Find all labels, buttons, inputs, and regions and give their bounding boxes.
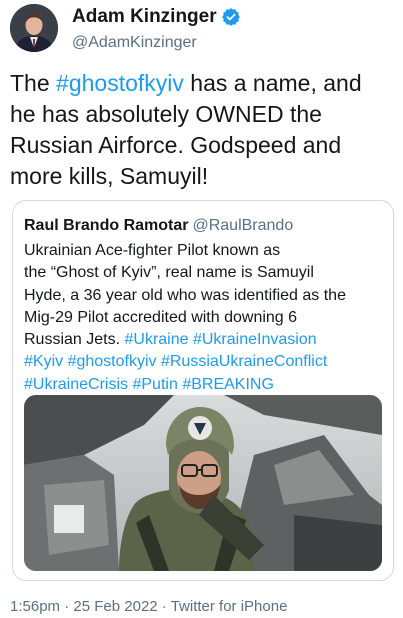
text-segment: he has absolutely OWNED the	[10, 101, 322, 127]
verified-badge-icon	[221, 8, 240, 26]
text-segment: Mig-29 Pilot accredited with downing 6	[24, 308, 298, 326]
hashtag-link[interactable]: #ghostofkyiv	[56, 70, 184, 96]
text-line: Russian Airforce. Godspeed and	[10, 130, 395, 161]
author-display-name[interactable]: Adam Kinzinger	[72, 6, 217, 28]
quoted-tweet-photo[interactable]	[24, 395, 382, 571]
display-name-row: Adam Kinzinger	[72, 6, 240, 28]
tweet-date[interactable]: 25 Feb 2022	[73, 598, 157, 615]
hashtag-link[interactable]: #RussiaUkraineConflict	[161, 353, 327, 370]
text-segment: Russian Airforce. Godspeed and	[10, 132, 342, 158]
meta-separator: ·	[157, 598, 171, 615]
text-line: Ukrainian Ace-fighter Pilot known as	[24, 240, 389, 262]
hashtag-link[interactable]: #Kyiv	[24, 353, 63, 370]
quoted-tweet[interactable]: Raul Brando Ramotar @RaulBrando Ukrainian…	[12, 200, 394, 581]
text-line: more kills, Samuyil!	[10, 161, 395, 192]
tweet-header: Adam Kinzinger @AdamKinzinger	[10, 4, 393, 54]
hashtag-link[interactable]: #UkraineCrisis	[24, 376, 128, 393]
hashtag-link[interactable]: #BREAKING	[182, 376, 274, 393]
text-line: #Kyiv #ghostofkyiv #RussiaUkraineConflic…	[24, 351, 389, 373]
tweet-text: The #ghostofkyiv has a name, and he has a…	[10, 68, 395, 192]
tweet-source[interactable]: Twitter for iPhone	[171, 598, 288, 615]
tweet-meta: 1:56pm · 25 Feb 2022 · Twitter for iPhon…	[10, 598, 287, 615]
text-segment: The	[10, 70, 57, 96]
text-segment: Ukrainian Ace-fighter Pilot known as	[24, 242, 281, 259]
text-segment: has a name, and	[183, 70, 362, 96]
text-line: Russian Jets. #Ukraine #UkraineInvasion	[24, 329, 389, 351]
quoted-author: Raul Brando Ramotar @RaulBrando	[24, 217, 293, 235]
text-segment: Hyde, a 36 year old who was identified a…	[24, 286, 346, 304]
text-line: the “Ghost of Kyiv”, real name is Samuyi…	[24, 262, 389, 284]
meta-separator: ·	[60, 598, 74, 615]
hashtag-link[interactable]: #ghostofkyiv	[68, 353, 157, 370]
text-line: The #ghostofkyiv has a name, and	[10, 68, 395, 99]
text-segment: Russian Jets.	[24, 331, 125, 349]
author-names: Adam Kinzinger @AdamKinzinger	[72, 6, 240, 52]
hashtag-link[interactable]: #Putin	[132, 376, 177, 393]
quoted-author-handle: @RaulBrando	[192, 217, 294, 234]
text-line: he has absolutely OWNED the	[10, 99, 395, 130]
text-segment: the “Ghost of Kyiv”, real name is Samuyi…	[24, 264, 314, 282]
text-line: #UkraineCrisis #Putin #BREAKING	[24, 374, 389, 396]
text-line: Mig-29 Pilot accredited with downing 6	[24, 307, 389, 329]
text-segment: more kills, Samuyil!	[10, 163, 209, 189]
author-avatar[interactable]	[10, 4, 58, 52]
quoted-author-display-name: Raul Brando Ramotar	[24, 217, 189, 234]
quoted-tweet-text: Ukrainian Ace-fighter Pilot known as the …	[24, 240, 389, 396]
pilot-photo	[24, 395, 382, 571]
tweet-time[interactable]: 1:56pm	[10, 598, 60, 615]
hashtag-link[interactable]: #UkraineInvasion	[193, 331, 317, 348]
text-line: Hyde, a 36 year old who was identified a…	[24, 285, 389, 307]
hashtag-link[interactable]: #Ukraine	[124, 331, 188, 348]
author-handle[interactable]: @AdamKinzinger	[72, 34, 240, 52]
